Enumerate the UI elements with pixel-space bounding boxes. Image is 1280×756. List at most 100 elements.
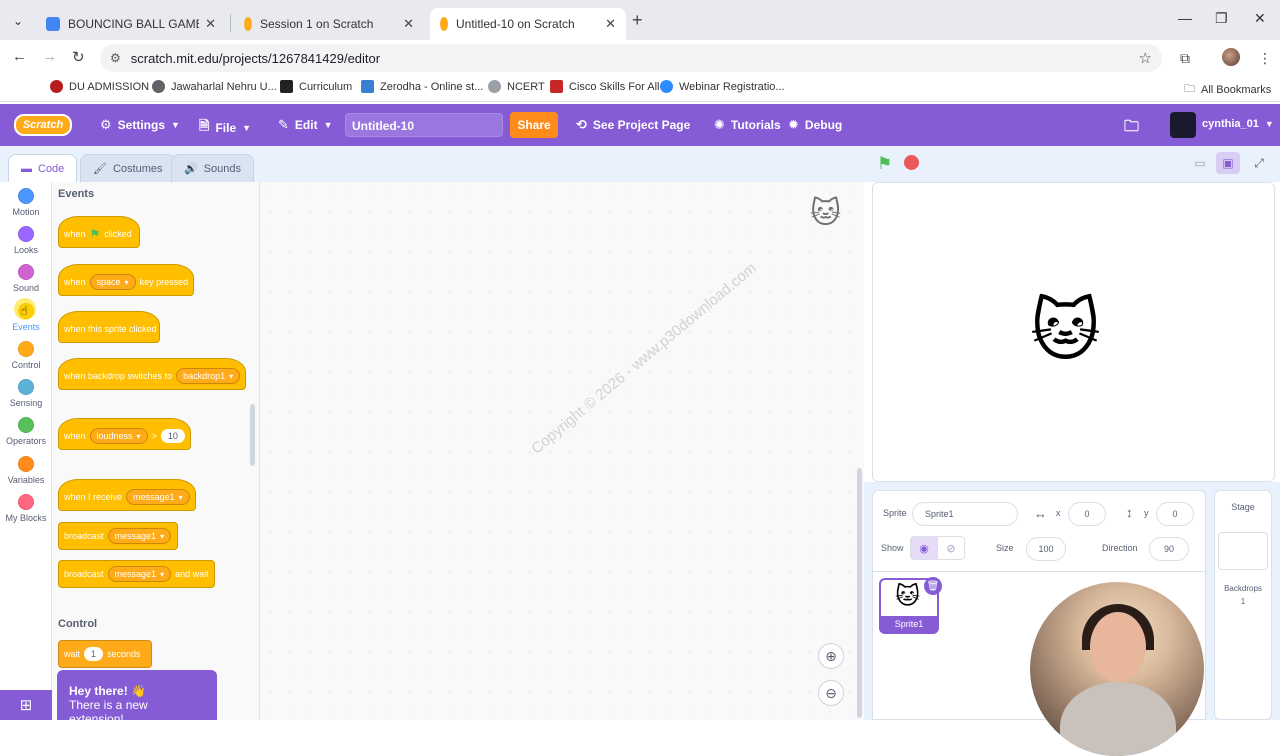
block-when-key-pressed[interactable]: whenspacekey pressed <box>58 264 194 296</box>
all-bookmarks[interactable]: 🗀 All Bookmarks <box>1184 80 1271 99</box>
backdrop-thumbnail[interactable] <box>1218 532 1268 570</box>
delete-sprite-trash-icon[interactable]: 🗑 <box>924 577 942 595</box>
message-dropdown[interactable]: message1 <box>107 566 172 582</box>
sensor-dropdown[interactable]: loudness <box>89 428 148 444</box>
back-icon[interactable]: ← <box>12 48 27 65</box>
presentation-favicon-icon <box>46 17 60 31</box>
message-dropdown[interactable]: message1 <box>107 528 172 544</box>
minimize-icon[interactable]: — <box>1178 10 1192 26</box>
bookmark-item[interactable]: Curriculum <box>280 80 352 93</box>
small-stage-icon[interactable]: ▭ <box>1188 152 1212 174</box>
bookmark-item[interactable]: DU ADMISSION <box>50 80 149 93</box>
fullscreen-icon[interactable]: ⤢ <box>1247 152 1271 174</box>
forward-icon[interactable]: → <box>42 48 57 65</box>
category-motion[interactable]: Motion <box>0 188 52 217</box>
block-when-i-receive[interactable]: when I receive message1 <box>58 479 196 511</box>
zoom-in-button[interactable]: ⊕ <box>818 643 844 669</box>
restore-icon[interactable]: ❐ <box>1215 10 1228 27</box>
my-stuff-folder-icon[interactable]: 🗀 <box>1124 116 1139 141</box>
category-variables[interactable]: Variables <box>0 456 52 485</box>
debug-button[interactable]: ✹ Debug <box>788 117 842 133</box>
account-menu[interactable]: cynthia_01 ▼ <box>1202 118 1274 130</box>
refresh-arrows-icon: ⟲ <box>576 117 587 132</box>
stage-selector-panel[interactable]: Stage Backdrops 1 <box>1214 490 1272 720</box>
zoom-out-button[interactable]: ⊖ <box>818 680 844 706</box>
category-control[interactable]: Control <box>0 341 52 370</box>
stage-title: Stage <box>1231 502 1255 512</box>
bookmark-item[interactable]: NCERT <box>488 80 545 93</box>
message-dropdown[interactable]: message1 <box>126 489 190 505</box>
hide-eye-slash-icon[interactable]: ⊘ <box>937 536 965 560</box>
block-when-backdrop-switches[interactable]: when backdrop switches to backdrop1 <box>58 358 246 390</box>
category-operators[interactable]: Operators <box>0 417 52 446</box>
user-avatar[interactable] <box>1170 112 1196 138</box>
block-when-sprite-clicked[interactable]: when this sprite clicked <box>58 311 160 343</box>
scratch-logo[interactable]: Scratch <box>14 114 72 136</box>
block-broadcast[interactable]: broadcast message1 <box>58 522 178 550</box>
browser-menu-icon[interactable]: ⋮ <box>1258 50 1272 67</box>
wix-icon <box>280 80 293 93</box>
category-my-blocks[interactable]: My Blocks <box>0 494 52 523</box>
see-project-page-button[interactable]: ⟲ See Project Page <box>576 117 690 133</box>
script-workspace[interactable] <box>260 182 864 720</box>
tab-sounds[interactable]: 🔊 Sounds <box>171 154 255 182</box>
block-wait-seconds[interactable]: wait 1 seconds <box>58 640 152 668</box>
close-tab-icon[interactable]: ✕ <box>605 16 616 32</box>
bookmark-star-icon[interactable]: ☆ <box>1139 49 1152 67</box>
tab-title: BOUNCING BALL GAME - Prese <box>68 17 199 31</box>
normal-stage-icon[interactable]: ▣ <box>1216 152 1240 174</box>
project-title-input[interactable]: Untitled-10 <box>345 113 503 137</box>
url-bar[interactable]: ⚙ scratch.mit.edu/projects/1267841429/ed… <box>100 44 1162 72</box>
block-broadcast-and-wait[interactable]: broadcastmessage1and wait <box>58 560 215 588</box>
lightbulb-icon: ✺ <box>714 117 725 132</box>
share-button[interactable]: Share <box>510 112 558 138</box>
edit-menu[interactable]: ✎ Edit ▼ <box>278 117 333 133</box>
block-when-loudness[interactable]: whenloudness>10 <box>58 418 191 450</box>
key-dropdown[interactable]: space <box>89 274 136 290</box>
browser-tab-active[interactable]: Untitled-10 on Scratch ✕ <box>430 8 626 40</box>
sprite-name-input[interactable]: Sprite1 <box>912 502 1018 526</box>
workspace-scrollbar[interactable] <box>857 468 862 718</box>
new-extension-toast[interactable]: Hey there! 👋 There is a new extension! <box>57 670 217 726</box>
extensions-icon[interactable]: ⧉ <box>1180 50 1190 67</box>
close-tab-icon[interactable]: ✕ <box>205 16 216 32</box>
browser-tab[interactable]: Session 1 on Scratch ✕ <box>234 8 424 40</box>
show-visible-eye-icon[interactable]: ◉ <box>910 536 938 560</box>
cat-sprite[interactable]: 🐱 <box>1030 292 1101 371</box>
bookmark-item[interactable]: Webinar Registratio... <box>660 80 785 93</box>
x-input[interactable]: 0 <box>1068 502 1106 526</box>
bookmark-item[interactable]: Zerodha - Online st... <box>361 80 483 93</box>
tab-costumes[interactable]: 🖌 Costumes <box>80 154 176 182</box>
add-extension-button[interactable]: ⊞ <box>0 690 52 720</box>
browser-tab[interactable]: BOUNCING BALL GAME - Prese ✕ <box>36 8 226 40</box>
stop-button[interactable] <box>904 155 919 170</box>
close-window-icon[interactable]: ✕ <box>1254 10 1266 27</box>
palette-scrollbar[interactable] <box>250 404 255 466</box>
direction-input[interactable]: 90 <box>1149 537 1189 561</box>
threshold-input[interactable]: 10 <box>160 429 185 443</box>
category-sensing[interactable]: Sensing <box>0 379 52 408</box>
seconds-input[interactable]: 1 <box>84 647 104 661</box>
size-input[interactable]: 100 <box>1026 537 1066 561</box>
tab-search-icon[interactable]: ⌄ <box>6 9 30 33</box>
tab-code[interactable]: ▬ Code <box>8 154 78 182</box>
reload-icon[interactable]: ↻ <box>72 48 85 66</box>
category-sound[interactable]: Sound <box>0 264 52 293</box>
green-flag-icon[interactable]: ⚑ <box>877 154 892 174</box>
site-info-icon[interactable]: ⚙ <box>110 51 121 65</box>
bookmark-item[interactable]: Jawaharlal Nehru U... <box>152 80 277 93</box>
category-looks[interactable]: Looks <box>0 226 52 255</box>
close-tab-icon[interactable]: ✕ <box>403 16 414 32</box>
y-input[interactable]: 0 <box>1156 502 1194 526</box>
palette-section-control: Control <box>58 618 98 630</box>
url-text[interactable]: scratch.mit.edu/projects/1267841429/edit… <box>131 51 380 66</box>
tutorials-button[interactable]: ✺ Tutorials <box>714 117 781 133</box>
profile-avatar[interactable] <box>1222 48 1240 66</box>
new-tab-icon[interactable]: + <box>632 10 643 31</box>
file-menu[interactable]: 🗎 File ▼ <box>199 117 251 139</box>
backdrop-dropdown[interactable]: backdrop1 <box>176 368 241 384</box>
x-arrows-icon: ↔ <box>1034 506 1047 521</box>
bookmark-item[interactable]: Cisco Skills For All <box>550 80 659 93</box>
settings-menu[interactable]: ⚙ Settings ▼ <box>100 117 180 133</box>
block-when-flag-clicked[interactable]: when ⚑ clicked <box>58 216 140 248</box>
